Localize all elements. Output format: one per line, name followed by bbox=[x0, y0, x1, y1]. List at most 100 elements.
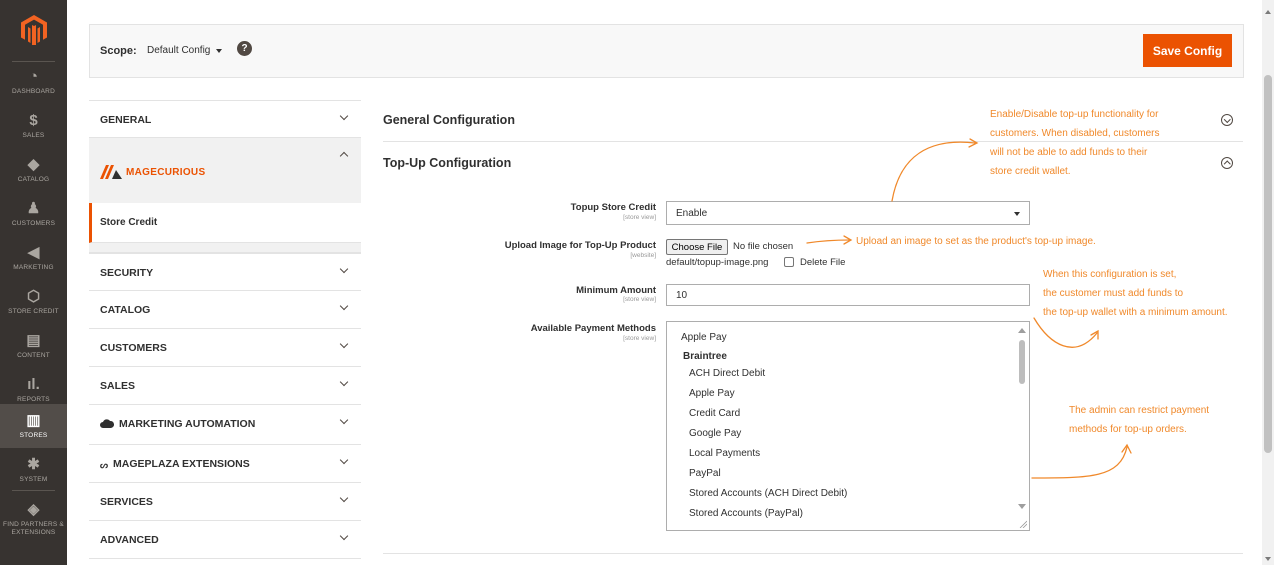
menu-item-find-partners[interactable]: ◈ FIND PARTNERS & EXTENSIONS bbox=[0, 494, 67, 544]
scroll-up-icon[interactable] bbox=[1018, 328, 1026, 333]
option-apple-pay[interactable]: Apple Pay bbox=[681, 332, 727, 343]
file-path: default/topup-image.png bbox=[666, 257, 769, 268]
option-stored-ach[interactable]: Stored Accounts (ACH Direct Debit) bbox=[689, 488, 847, 499]
multiselect-scrollbar[interactable] bbox=[1015, 322, 1029, 530]
menu-item-sales[interactable]: $ SALES bbox=[0, 104, 67, 148]
chevron-down-icon bbox=[339, 417, 349, 427]
tab-general[interactable]: GENERAL bbox=[89, 100, 361, 138]
menu-item-content[interactable]: ▤ CONTENT bbox=[0, 324, 67, 368]
chevron-down-icon bbox=[339, 457, 349, 467]
magento-logo-icon-svg bbox=[20, 15, 47, 45]
tab-label: ADVANCED bbox=[100, 534, 159, 546]
chevron-up-icon bbox=[339, 150, 349, 160]
tab-label: SERVICES bbox=[100, 496, 153, 508]
mageplaza-icon: ᔕ bbox=[100, 460, 109, 470]
delete-file-checkbox[interactable] bbox=[784, 257, 794, 267]
hexagon-icon: ⬡ bbox=[26, 287, 41, 305]
field-scope: [store view] bbox=[623, 335, 656, 342]
menu-label: SYSTEM bbox=[19, 475, 48, 483]
menu-label: CUSTOMERS bbox=[11, 219, 56, 227]
chevron-down-icon bbox=[339, 113, 349, 123]
minimum-amount-input[interactable]: 10 bbox=[666, 284, 1030, 306]
chevron-down-icon bbox=[339, 533, 349, 543]
chevron-up-circle-icon[interactable] bbox=[1221, 157, 1233, 169]
option-credit-card[interactable]: Credit Card bbox=[689, 408, 740, 419]
choose-file-button[interactable]: Choose File bbox=[666, 239, 728, 255]
menu-item-dashboard[interactable]: ◔ DASHBOARD bbox=[0, 60, 67, 104]
menu-item-catalog[interactable]: ◆ CATALOG bbox=[0, 148, 67, 192]
option-apple-pay-braintree[interactable]: Apple Pay bbox=[689, 388, 735, 399]
page-scrollbar[interactable] bbox=[1262, 0, 1274, 565]
tab-customers[interactable]: CUSTOMERS bbox=[89, 329, 361, 367]
chevron-down-icon bbox=[339, 341, 349, 351]
annotation-line: When this configuration is set, bbox=[1043, 269, 1177, 280]
admin-sidebar: ◔ DASHBOARD $ SALES ◆ CATALOG ♟ CUSTOMER… bbox=[0, 0, 67, 565]
arrowhead-payment bbox=[1121, 443, 1132, 454]
person-icon: ♟ bbox=[26, 199, 41, 217]
option-stored-paypal[interactable]: Stored Accounts (PayPal) bbox=[689, 508, 803, 519]
menu-item-stores[interactable]: ▥ STORES bbox=[0, 404, 67, 448]
chevron-down-circle-icon[interactable] bbox=[1221, 114, 1233, 126]
tab-security[interactable]: SECURITY bbox=[89, 253, 361, 291]
scroll-down-icon[interactable] bbox=[1018, 504, 1026, 509]
annotation-line: will not be able to add funds to their bbox=[990, 147, 1148, 158]
field-label: Minimum Amount bbox=[576, 285, 656, 296]
payment-methods-multiselect[interactable]: Apple Pay Braintree ACH Direct Debit App… bbox=[666, 321, 1030, 531]
annotation-line: Upload an image to set as the product's … bbox=[856, 236, 1096, 247]
arrow-minimum bbox=[1033, 317, 1098, 348]
scroll-up-icon[interactable] bbox=[1265, 10, 1271, 14]
chevron-down-icon bbox=[1014, 212, 1020, 216]
menu-item-customers[interactable]: ♟ CUSTOMERS bbox=[0, 192, 67, 236]
tab-label: ᔕ MAGEPLAZA EXTENSIONS bbox=[100, 458, 250, 471]
tab-label: SALES bbox=[100, 380, 136, 392]
scroll-thumb[interactable] bbox=[1264, 75, 1272, 453]
magento-logo-icon[interactable] bbox=[0, 0, 67, 60]
scroll-down-icon[interactable] bbox=[1265, 557, 1271, 561]
field-scope: [website] bbox=[630, 252, 656, 259]
tab-sales[interactable]: SALES bbox=[89, 367, 361, 405]
tab-label: CATALOG bbox=[100, 304, 151, 316]
annotation-line: the customer must add funds to bbox=[1043, 288, 1184, 299]
tab-services[interactable]: SERVICES bbox=[89, 483, 361, 521]
delete-file-label[interactable]: Delete File bbox=[800, 257, 845, 268]
annotation-line: the top-up wallet with a minimum amount. bbox=[1043, 307, 1228, 318]
menu-label: CATALOG bbox=[17, 175, 50, 183]
menu-item-store-credit[interactable]: ⬡ STORE CREDIT bbox=[0, 280, 67, 324]
option-paypal[interactable]: PayPal bbox=[689, 468, 721, 479]
menu-label: CONTENT bbox=[17, 351, 50, 359]
menu-item-marketing[interactable]: ◀ MARKETING bbox=[0, 236, 67, 280]
tab-advanced[interactable]: ADVANCED bbox=[89, 521, 361, 559]
option-ach-direct-debit[interactable]: ACH Direct Debit bbox=[689, 368, 765, 379]
cube-icon: ◈ bbox=[27, 500, 40, 518]
field-scope: [store view] bbox=[623, 296, 656, 303]
tab-catalog[interactable]: CATALOG bbox=[89, 291, 361, 329]
menu-item-system[interactable]: ✱ SYSTEM bbox=[0, 448, 67, 492]
annotation-line: Enable/Disable top-up functionality for bbox=[990, 109, 1159, 120]
scope-bar: Scope: Default Config ? bbox=[89, 24, 1244, 78]
scope-label: Scope: bbox=[100, 45, 137, 57]
menu-label: SALES bbox=[22, 131, 45, 139]
magecurious-logo-icon bbox=[100, 165, 122, 179]
menu-label: STORE CREDIT bbox=[8, 307, 59, 315]
save-config-button[interactable]: Save Config bbox=[1143, 34, 1232, 67]
option-local-payments[interactable]: Local Payments bbox=[689, 448, 760, 459]
bar-chart-icon: ıl. bbox=[27, 375, 40, 393]
chevron-down-icon[interactable] bbox=[216, 49, 222, 53]
tab-store-credit[interactable]: Store Credit bbox=[89, 203, 361, 243]
annotation-payment: The admin can restrict payment methods f… bbox=[1069, 401, 1209, 439]
help-icon[interactable]: ? bbox=[237, 41, 252, 56]
arrowhead-minimum bbox=[1090, 329, 1099, 340]
topup-store-credit-select[interactable]: Enable bbox=[666, 201, 1030, 225]
chevron-down-icon bbox=[339, 266, 349, 276]
menu-label: STORES bbox=[19, 431, 48, 439]
tab-marketing-automation[interactable]: MARKETING AUTOMATION bbox=[89, 405, 361, 445]
scope-switcher[interactable]: Default Config bbox=[147, 45, 210, 56]
scroll-thumb[interactable] bbox=[1019, 340, 1025, 384]
tab-mageplaza-extensions[interactable]: ᔕ MAGEPLAZA EXTENSIONS bbox=[89, 445, 361, 483]
arrow-upload bbox=[806, 239, 851, 244]
annotation-line: The admin can restrict payment bbox=[1069, 405, 1210, 416]
arrow-payment bbox=[1031, 446, 1128, 479]
option-google-pay[interactable]: Google Pay bbox=[689, 428, 741, 439]
resize-grip-icon[interactable] bbox=[1019, 520, 1027, 528]
field-scope: [store view] bbox=[623, 214, 656, 221]
